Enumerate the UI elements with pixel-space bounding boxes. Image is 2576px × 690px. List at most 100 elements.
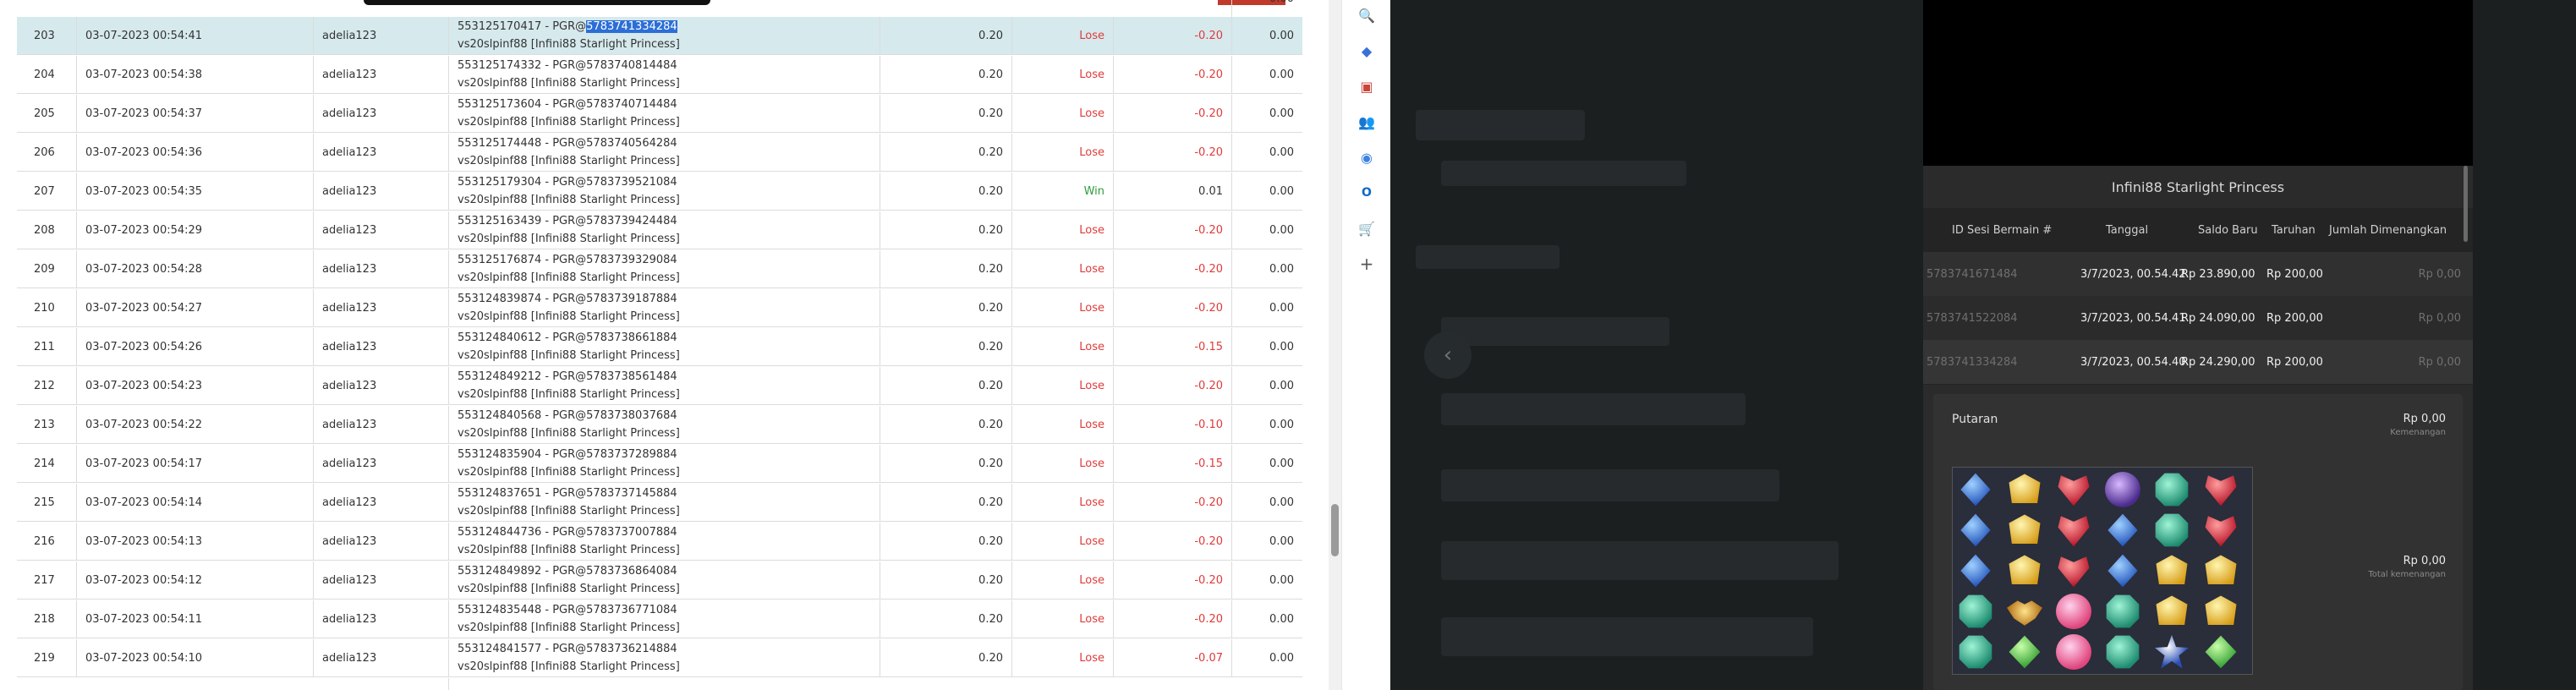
session-row[interactable]: 5783741522084 3/7/2023, 00.54.41 Rp 24.090… [1923,296,2473,341]
row-username: adelia123 [313,523,448,560]
table-row[interactable]: 212 03-07-2023 00:54:23 adelia123 553124849… [17,367,1302,405]
plus-icon[interactable]: + [1357,254,1377,274]
blurred-block [1441,617,1813,656]
row-username: adelia123 [313,406,448,443]
row-game-info: 553124835448 - PGR@5783736771084 vs20slpi… [448,600,880,638]
red-heart-gem-icon [2058,516,2090,547]
blurred-block [1441,161,1686,186]
blue-gem-icon [1960,473,1991,507]
row-result: Lose [1011,211,1113,249]
game-name: vs20slpinf88 [Infini88 Starlight Princes… [458,660,680,673]
table-row[interactable]: 218 03-07-2023 00:54:11 adelia123 553124835… [17,600,1302,638]
row-balance: 0.00 [1231,328,1302,365]
table-row[interactable]: 217 03-07-2023 00:54:12 adelia123 553124849… [17,561,1302,600]
row-result: Lose [1011,406,1113,443]
table-row[interactable]: 205 03-07-2023 00:54:37 adelia123 553125173… [17,95,1302,133]
bet-history-panel: 0.00 20303-07-2023 00:54:41adelia12355312… [0,0,1341,690]
session-row[interactable]: 5783741334284 3/7/2023, 00.54.40 Rp 24.290… [1923,340,2473,385]
table-row[interactable]: 215 03-07-2023 00:54:14 adelia123 553124837… [17,484,1302,522]
table-row[interactable]: 207 03-07-2023 00:54:35 adelia123 553125179… [17,172,1302,211]
row-game-info: 553125173604 - PGR@5783740714484 vs20slpi… [448,95,880,132]
row-bet: 0.20 [880,250,1011,288]
search-icon[interactable]: 🔍 [1357,5,1377,25]
outlook-icon[interactable]: O [1357,183,1377,203]
green-gem-icon [2009,635,2041,669]
header-session-id: ID Sesi Bermain # [1952,223,2053,237]
row-number: 211 [34,340,55,353]
row-datetime: 03-07-2023 00:54:27 [76,289,313,326]
scrollbar-thumb[interactable] [1331,504,1339,556]
people-icon[interactable]: 👥 [1357,112,1377,132]
cart-icon[interactable]: 🛒 [1357,218,1377,238]
row-result: Lose [1011,134,1113,171]
modal-table-header: ID Sesi Bermain # Tanggal Saldo Baru Tar… [1923,208,2473,252]
game-transaction-id: 553125163439 - PGR@5783739424484 [458,215,677,227]
row-number: 205 [34,107,55,120]
game-name: vs20slpinf88 [Infini88 Starlight Princes… [458,271,680,284]
row-bet: 0.20 [880,95,1011,132]
table-row[interactable]: 219 03-07-2023 00:54:10 adelia123 553124841… [17,639,1302,677]
spin-win-label: Kemenangan [2390,428,2446,437]
row-result: Lose [1011,523,1113,560]
gold-gem-icon [2156,595,2188,625]
session-win: Rp 0,00 [2418,355,2461,369]
copilot-icon[interactable]: ◉ [1357,147,1377,167]
purple-moon-gem-icon [2105,472,2140,507]
blurred-block [1416,245,1559,269]
row-datetime: 03-07-2023 00:54:29 [76,211,313,249]
row-username: adelia123 [313,484,448,521]
row-balance: 0.00 [1231,523,1302,560]
browser-sidebar: 🔍 ◆ ▣ 👥 ◉ O 🛒 + [1341,0,1391,690]
row-bet: 0.20 [880,406,1011,443]
table-row[interactable]: 206 03-07-2023 00:54:36 adelia123 553125174… [17,134,1302,172]
table-row[interactable]: 208 03-07-2023 00:54:29 adelia123 553125163… [17,211,1302,249]
row-result: Lose [1011,639,1113,676]
game-transaction-id: 553124840612 - PGR@5783738661884 [458,331,677,344]
game-transaction-id: 553125176874 - PGR@5783739329084 [458,254,677,266]
session-id: 5783741671484 [1927,267,2018,281]
briefcase-icon[interactable]: ▣ [1357,76,1377,96]
modal-scrollbar[interactable] [2464,166,2468,242]
back-arrow-icon[interactable]: ‹ [1424,331,1472,379]
row-game-info: 553125174332 - PGR@5783740814484 vs20slpi… [448,56,880,93]
row-balance: 0.00 [1231,250,1302,288]
table-row[interactable]: 204 03-07-2023 00:54:38 adelia123 553125174… [17,56,1302,94]
row-number: 216 [34,534,55,548]
game-transaction-id: 553124849212 - PGR@5783738561484 [458,370,677,383]
row-result: Lose [1011,600,1113,638]
game-transaction-id: 553124837651 - PGR@5783737145884 [458,487,677,500]
table-row[interactable]: 209 03-07-2023 00:54:28 adelia123 553125176… [17,250,1302,288]
row-balance: 0.00 [1231,367,1302,404]
table-row[interactable]: 216 03-07-2023 00:54:13 adelia123 553124844… [17,523,1302,561]
spin-win-value: Rp 0,00 [2403,413,2446,425]
row-result: Lose [1011,56,1113,93]
row-bet: 0.20 [880,211,1011,249]
row-balance: 0.00 [1231,172,1302,210]
table-row[interactable]: 214 03-07-2023 00:54:17 adelia123 553124835… [17,445,1302,483]
row-amount: -0.20 [1113,484,1231,521]
game-name: vs20slpinf88 [Infini88 Starlight Princes… [458,155,680,167]
table-row[interactable]: 203 03-07-2023 00:54:41 adelia123 553125170… [17,17,1302,55]
vertical-scrollbar[interactable] [1329,0,1341,690]
row-bet: 0.20 [880,134,1011,171]
session-bet: Rp 200,00 [2266,311,2323,325]
game-transaction-id: 553124840568 - PGR@5783738037684 [458,409,677,422]
row-datetime: 03-07-2023 00:54:35 [76,172,313,210]
session-row[interactable]: 5783741671484 3/7/2023, 00.54.42 Rp 23.890… [1923,252,2473,297]
table-row[interactable]: 211 03-07-2023 00:54:26 adelia123 553124840… [17,328,1302,366]
row-bet: 0.20 [880,523,1011,560]
row-balance: 0.00 [1231,561,1302,599]
table-row[interactable]: 210 03-07-2023 00:54:27 adelia123 553124839… [17,289,1302,327]
game-name: vs20slpinf88 [Infini88 Starlight Princes… [458,194,680,206]
row-number: 203 [34,29,55,42]
row-number: 206 [34,145,55,159]
row-result: Lose [1011,17,1113,54]
row-balance: 0.00 [1231,484,1302,521]
row-game-info: 553124837651 - PGR@5783737145884 vs20slpi… [448,484,880,521]
tag-icon[interactable]: ◆ [1357,41,1377,61]
row-result: Lose [1011,289,1113,326]
row-number: 212 [34,379,55,392]
table-row[interactable]: 213 03-07-2023 00:54:22 adelia123 553124840… [17,406,1302,444]
row-balance: 0.00 [1231,95,1302,132]
gold-gem-icon [2156,555,2188,584]
